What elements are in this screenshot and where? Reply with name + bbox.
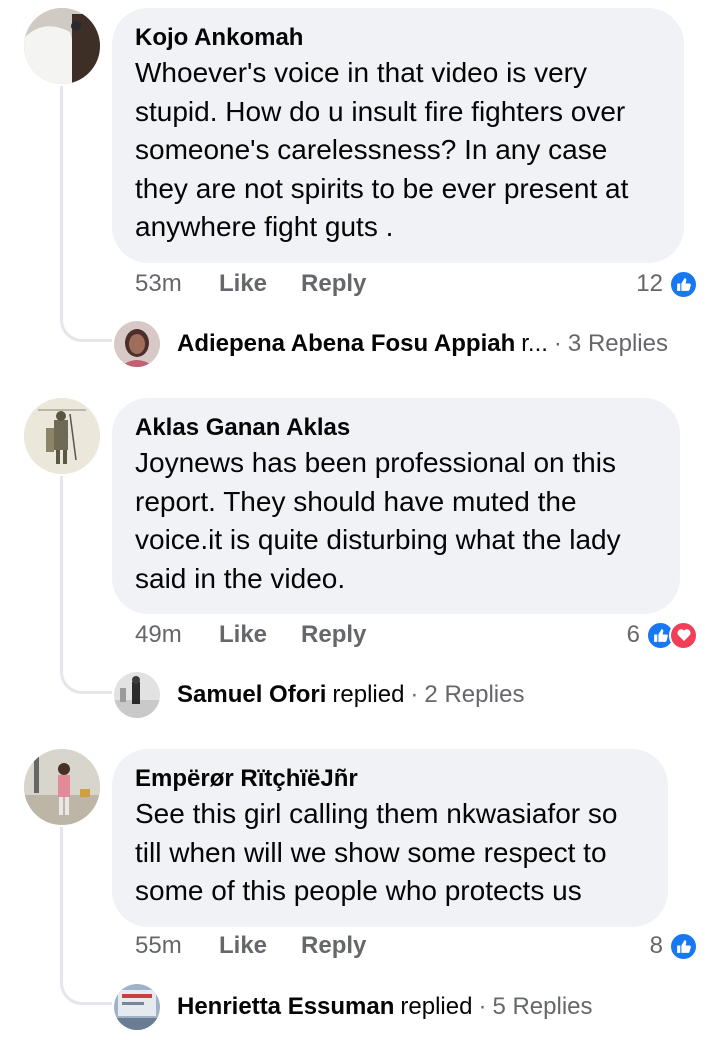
comment-time[interactable]: 49m	[135, 621, 219, 649]
reply-verb: r...	[521, 330, 548, 357]
comment-text: See this girl calling them nkwasiafor so…	[135, 798, 618, 906]
reply-button[interactable]: Reply	[301, 270, 366, 298]
separator-dot: ·	[478, 993, 487, 1020]
avatar[interactable]	[24, 398, 100, 474]
reaction-count: 12	[636, 270, 663, 297]
thread-line	[60, 827, 112, 1005]
comment-time[interactable]: 53m	[135, 270, 219, 298]
reply-verb: replied	[332, 681, 405, 708]
avatar[interactable]	[24, 749, 100, 825]
replies-count-link[interactable]: 5 Replies	[492, 993, 592, 1021]
reply-avatar	[114, 321, 160, 367]
replies-count-link[interactable]: 2 Replies	[424, 681, 524, 709]
reply-button[interactable]: Reply	[301, 932, 366, 960]
like-button[interactable]: Like	[219, 270, 267, 298]
love-icon	[669, 620, 698, 650]
reply-avatar	[114, 672, 160, 718]
comment-text: Joynews has been professional on this re…	[135, 447, 621, 594]
reply-preview[interactable]: Adiepena Abena Fosu Appiah r... · 3 Repl…	[114, 319, 668, 369]
comment-bubble: Empërør RïtçhïëJñr See this girl calling…	[112, 749, 668, 927]
reaction-count: 8	[649, 932, 663, 959]
thread-line	[60, 476, 112, 694]
reply-button[interactable]: Reply	[301, 621, 366, 649]
reply-verb: replied	[400, 993, 473, 1020]
separator-dot: ·	[553, 330, 562, 357]
comment-actions: 49m Like Reply	[135, 617, 400, 653]
comment-actions: 53m Like Reply	[135, 266, 400, 302]
avatar[interactable]	[24, 8, 100, 84]
reaction-summary[interactable]: 6	[627, 617, 698, 653]
comment-actions: 55m Like Reply	[135, 928, 400, 964]
comment-time[interactable]: 55m	[135, 932, 219, 960]
reply-avatar	[114, 984, 160, 1030]
reply-author[interactable]: Adiepena Abena Fosu Appiah	[177, 330, 515, 358]
comment-author[interactable]: Empërør RïtçhïëJñr	[135, 763, 646, 795]
thread-line	[60, 86, 112, 342]
like-icon	[669, 269, 698, 299]
separator-dot: ·	[410, 681, 419, 708]
reaction-count: 6	[626, 621, 640, 648]
comment-bubble: Aklas Ganan Aklas Joynews has been profe…	[112, 398, 680, 614]
reply-preview[interactable]: Henrietta Essuman replied · 5 Replies	[114, 982, 593, 1032]
reply-author[interactable]: Henrietta Essuman	[177, 993, 394, 1021]
reply-author[interactable]: Samuel Ofori	[177, 681, 326, 709]
reaction-summary[interactable]: 12	[636, 266, 698, 302]
reaction-summary[interactable]: 8	[650, 928, 698, 964]
like-icon	[669, 931, 698, 961]
like-button[interactable]: Like	[219, 621, 267, 649]
comment-author[interactable]: Aklas Ganan Aklas	[135, 412, 658, 444]
comment-text: Whoever's voice in that video is very st…	[135, 57, 629, 242]
reply-preview[interactable]: Samuel Ofori replied · 2 Replies	[114, 670, 524, 720]
comment-bubble: Kojo Ankomah Whoever's voice in that vid…	[112, 8, 684, 263]
comment-author[interactable]: Kojo Ankomah	[135, 22, 662, 54]
replies-count-link[interactable]: 3 Replies	[568, 330, 668, 358]
like-button[interactable]: Like	[219, 932, 267, 960]
